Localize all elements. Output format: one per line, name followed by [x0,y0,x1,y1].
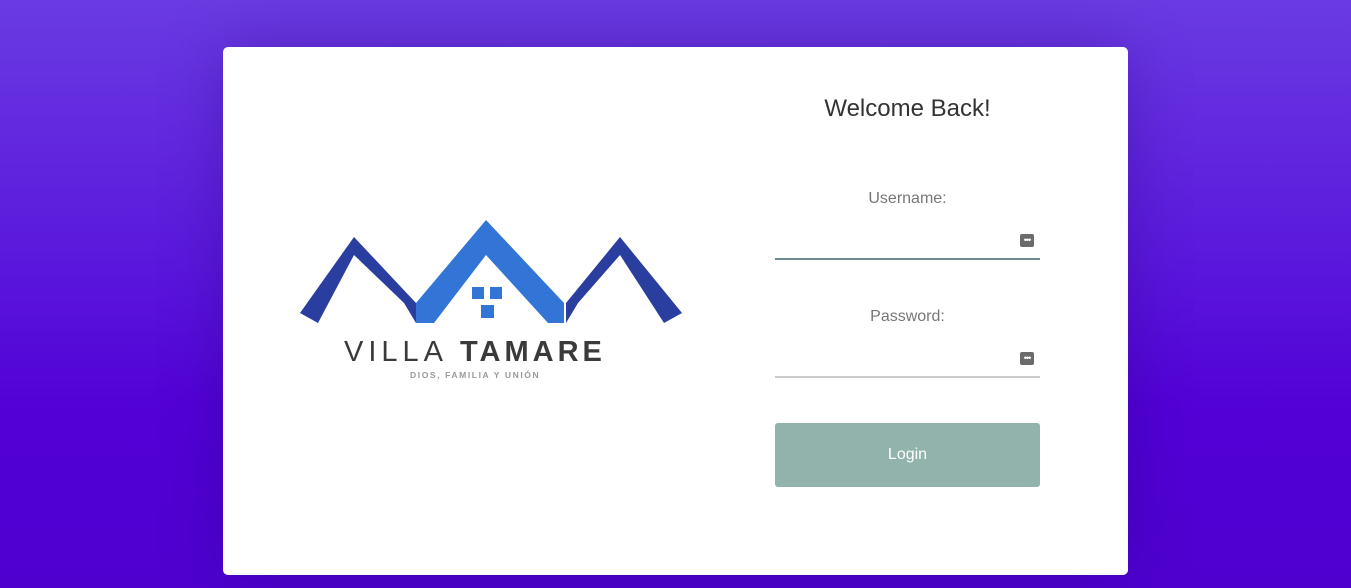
logo-left-roof [300,237,416,323]
logo-brand-light: VILLA [344,336,448,368]
logo-brand-bold: TAMARE [460,336,606,368]
villa-tamare-logo: VILLA TAMARE DIOS, FAMILIA Y UNIÓN [300,217,682,387]
password-manager-key-icon[interactable]: ••• [1020,352,1034,365]
password-input[interactable] [775,342,1040,378]
logo-tagline: DIOS, FAMILIA Y UNIÓN [410,369,540,380]
username-label: Username: [868,190,947,207]
password-manager-key-icon[interactable]: ••• [1020,234,1034,247]
logo-window [481,305,494,318]
password-label: Password: [870,308,945,325]
login-card: VILLA TAMARE DIOS, FAMILIA Y UNIÓN Welco… [223,47,1128,575]
logo-right-roof [566,237,682,323]
logo-window [472,287,484,299]
login-button[interactable]: Login [775,423,1040,487]
logo-window [490,287,502,299]
username-input[interactable] [775,224,1040,260]
password-field-wrap: ••• [775,342,1040,378]
logo-graphic: VILLA TAMARE DIOS, FAMILIA Y UNIÓN [300,220,682,380]
username-field-wrap: ••• [775,224,1040,260]
welcome-title: Welcome Back! [824,95,991,122]
